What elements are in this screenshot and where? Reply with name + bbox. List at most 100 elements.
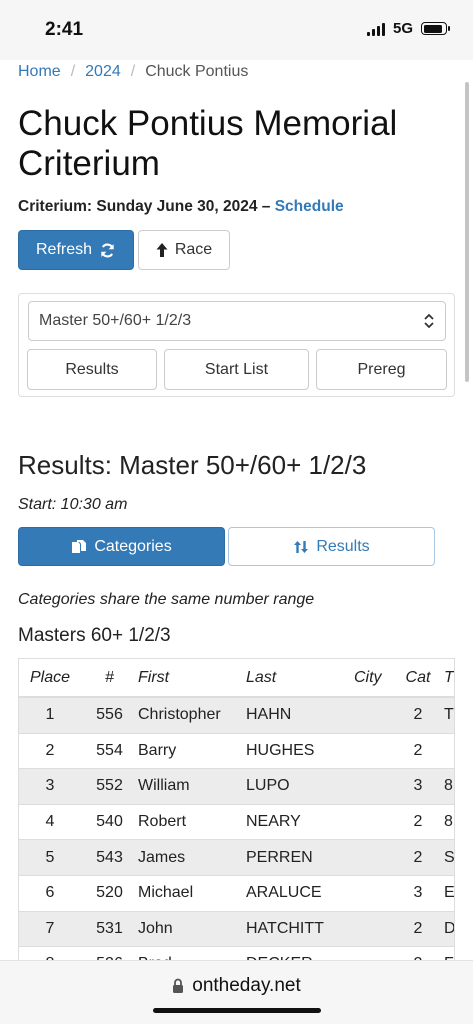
cell-city [354, 732, 398, 769]
cell-last: NEARY [246, 803, 354, 840]
web-page[interactable]: Home / 2024 / Chuck Pontius Chuck Pontius Me… [0, 60, 473, 960]
schedule-link[interactable]: Schedule [275, 198, 344, 215]
breadcrumb-current: Chuck Pontius [145, 63, 249, 80]
status-indicators: 5G [366, 20, 450, 37]
cell-place: 5 [19, 839, 81, 876]
cell-city [354, 696, 398, 734]
cell-first: Christopher [138, 696, 246, 734]
table-row: 1 556 Christopher HAHN 2 T [19, 696, 454, 734]
lock-icon [173, 978, 184, 993]
url-text: ontheday.net [192, 975, 301, 996]
cell-number: 552 [81, 768, 138, 805]
cell-city [354, 946, 398, 960]
cell-last: HAHN [246, 696, 354, 734]
cell-place: 2 [19, 732, 81, 769]
cell-number: 526 [81, 946, 138, 960]
cell-cat: 2 [398, 910, 438, 947]
categories-label: Categories [94, 537, 172, 555]
categories-toggle[interactable]: Categories [18, 527, 225, 566]
cell-team: T [438, 696, 454, 734]
arrow-up-icon [156, 243, 168, 257]
address-bar[interactable]: ontheday.net [0, 975, 473, 997]
breadcrumb-year-link[interactable]: 2024 [85, 63, 121, 80]
cell-city [354, 839, 398, 876]
refresh-icon [101, 243, 114, 257]
cell-first: Barry [138, 732, 246, 769]
cell-team [438, 732, 454, 769]
column-place[interactable]: Place [19, 659, 81, 698]
cell-team: D [438, 910, 454, 947]
cell-first: Brad [138, 946, 246, 960]
cell-last: DECKER [246, 946, 354, 960]
cell-place: 7 [19, 910, 81, 947]
browser-bottom-bar: ontheday.net [0, 960, 473, 1024]
start-time: Start: 10:30 am [18, 496, 128, 513]
cell-team: S [438, 839, 454, 876]
event-subtitle: Criterium: Sunday June 30, 2024 – Schedu… [18, 198, 344, 216]
table-row: 7 531 John HATCHITT 2 D [19, 910, 454, 947]
cell-last: LUPO [246, 768, 354, 805]
cell-first: John [138, 910, 246, 947]
cell-cat: 2 [398, 839, 438, 876]
cell-number: 554 [81, 732, 138, 769]
table-row: 2 554 Barry HUGHES 2 [19, 732, 454, 769]
page-title: Chuck Pontius Memorial Criterium [18, 104, 398, 183]
breadcrumb-home-link[interactable]: Home [18, 63, 61, 80]
cell-cat: 2 [398, 732, 438, 769]
status-bar: 2:41 5G [0, 0, 473, 60]
column-city[interactable]: City [354, 659, 398, 698]
sort-icon [294, 540, 309, 553]
cell-city [354, 768, 398, 805]
breadcrumb-separator: / [70, 63, 76, 80]
results-table-container[interactable]: Place # First Last City Cat T 1 556 Chri… [18, 658, 455, 960]
column-number[interactable]: # [81, 659, 138, 698]
cell-first: William [138, 768, 246, 805]
cell-team: F [438, 946, 454, 960]
cell-team: 8 [438, 768, 454, 805]
table-row: 5 543 James PERREN 2 S [19, 839, 454, 876]
race-selector-panel: Master 50+/60+ 1/2/3 Results Start List … [18, 293, 455, 397]
results-table: Place # First Last City Cat T 1 556 Chri… [19, 659, 454, 960]
category-note: Categories share the same number range [18, 591, 315, 608]
cell-place: 8 [19, 946, 81, 960]
battery-icon [421, 22, 450, 35]
cell-place: 6 [19, 874, 81, 912]
cell-cat: 3 [398, 768, 438, 805]
category-title: Masters 60+ 1/2/3 [18, 625, 171, 646]
table-row: 6 520 Michael ARALUCE 3 E [19, 874, 454, 912]
cell-first: Michael [138, 874, 246, 912]
status-time: 2:41 [45, 19, 84, 40]
cell-city [354, 874, 398, 912]
scrollbar[interactable] [465, 82, 469, 382]
column-cat[interactable]: Cat [398, 659, 438, 698]
results-toggle[interactable]: Results [228, 527, 435, 566]
column-team[interactable]: T [438, 659, 454, 698]
cell-cat: 2 [398, 696, 438, 734]
column-last[interactable]: Last [246, 659, 354, 698]
breadcrumb-separator: / [130, 63, 136, 80]
cell-number: 556 [81, 696, 138, 734]
chevron-up-down-icon [424, 313, 434, 329]
network-type: 5G [392, 20, 413, 37]
column-first[interactable]: First [138, 659, 246, 698]
cell-cat: 3 [398, 874, 438, 912]
cell-number: 531 [81, 910, 138, 947]
cell-team: E [438, 874, 454, 912]
cell-cat: 2 [398, 946, 438, 960]
prereg-button[interactable]: Prereg [316, 349, 447, 390]
cell-number: 543 [81, 839, 138, 876]
cell-last: HUGHES [246, 732, 354, 769]
start-list-button[interactable]: Start List [164, 349, 309, 390]
refresh-button[interactable]: Refresh [18, 230, 134, 270]
race-select[interactable]: Master 50+/60+ 1/2/3 [28, 301, 446, 341]
cell-last: PERREN [246, 839, 354, 876]
results-heading: Results: Master 50+/60+ 1/2/3 [18, 450, 367, 480]
race-up-button[interactable]: Race [138, 230, 230, 270]
breadcrumb: Home / 2024 / Chuck Pontius [18, 63, 248, 81]
home-indicator[interactable] [153, 1008, 321, 1013]
results-button[interactable]: Results [27, 349, 157, 390]
cell-place: 1 [19, 696, 81, 734]
cell-first: Robert [138, 803, 246, 840]
event-date: Criterium: Sunday June 30, 2024 – [18, 198, 271, 215]
race-select-value: Master 50+/60+ 1/2/3 [39, 312, 192, 329]
